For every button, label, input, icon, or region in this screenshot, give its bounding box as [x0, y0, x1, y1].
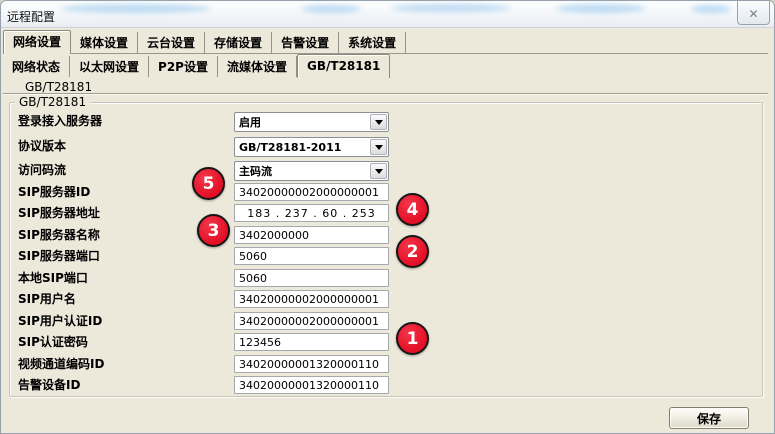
- chevron-down-icon: [370, 114, 387, 130]
- alarm-device-id-input[interactable]: [234, 376, 389, 394]
- field-label: 登录接入服务器: [18, 112, 102, 131]
- glass-reflection: [301, 5, 361, 13]
- secondary-tab-bar: 网络状态 以太网设置 P2P设置 流媒体设置 GB/T28181: [3, 55, 390, 77]
- field-label: SIP用户认证ID: [18, 312, 102, 331]
- field-label: SIP服务器ID: [18, 183, 90, 202]
- chevron-down-icon: [370, 139, 387, 155]
- annotation-badge-1: 1: [396, 322, 429, 355]
- close-icon: ✕: [748, 7, 758, 21]
- tab-network-status[interactable]: 网络状态: [3, 56, 70, 77]
- glass-reflection: [556, 4, 646, 13]
- field-label: 协议版本: [18, 137, 66, 156]
- field-label: SIP认证密码: [18, 333, 88, 352]
- field-label: SIP服务器端口: [18, 247, 100, 266]
- tab-p2p-settings[interactable]: P2P设置: [149, 56, 218, 77]
- local-sip-port-input[interactable]: [234, 269, 389, 287]
- annotation-badge-4: 4: [396, 193, 429, 226]
- form-row: 登录接入服务器 启用: [1, 112, 775, 132]
- sip-username-input[interactable]: [234, 290, 389, 308]
- chevron-down-icon: [370, 163, 387, 179]
- form-row: 本地SIP端口: [1, 269, 775, 289]
- video-channel-id-input[interactable]: [234, 355, 389, 373]
- sip-server-port-input[interactable]: [234, 247, 389, 265]
- form-row: SIP服务器地址 183 . 237 . 60 . 253: [1, 204, 775, 224]
- tab-gbt28181[interactable]: GB/T28181: [297, 54, 390, 78]
- save-button[interactable]: 保存: [669, 407, 749, 429]
- select-value: GB/T28181-2011: [235, 141, 369, 154]
- form-row: SIP服务器名称: [1, 226, 775, 246]
- tab-ptz-settings[interactable]: 云台设置: [138, 32, 205, 53]
- login-access-server-select[interactable]: 启用: [234, 112, 389, 132]
- glass-reflection: [691, 5, 731, 13]
- tab-ethernet-settings[interactable]: 以太网设置: [70, 56, 149, 77]
- close-button[interactable]: ✕: [737, 1, 770, 25]
- annotation-badge-2: 2: [396, 235, 429, 268]
- sip-server-name-input[interactable]: [234, 226, 389, 244]
- titlebar: 远程配置 ✕: [1, 1, 774, 28]
- sip-auth-password-input[interactable]: [234, 333, 389, 351]
- glass-reflection: [391, 4, 511, 12]
- protocol-version-select[interactable]: GB/T28181-2011: [234, 137, 389, 157]
- form-row: 视频通道编码ID: [1, 355, 775, 375]
- tab-alarm-settings[interactable]: 告警设置: [272, 32, 339, 53]
- form-row: SIP认证密码: [1, 333, 775, 353]
- form-row: SIP服务器端口: [1, 247, 775, 267]
- form-row: SIP服务器ID: [1, 183, 775, 203]
- sip-server-address-input[interactable]: 183 . 237 . 60 . 253: [234, 204, 389, 222]
- glass-reflection: [61, 4, 211, 13]
- field-label: 本地SIP端口: [18, 269, 88, 288]
- heading-separator: [3, 93, 768, 95]
- primary-tab-bar: 网络设置 媒体设置 云台设置 存储设置 告警设置 系统设置: [3, 32, 768, 54]
- annotation-badge-3: 3: [197, 214, 230, 247]
- sip-server-id-input[interactable]: [234, 183, 389, 201]
- annotation-badge-5: 5: [192, 167, 225, 200]
- window-title: 远程配置: [7, 8, 55, 25]
- tab-network-settings[interactable]: 网络设置: [3, 30, 71, 54]
- field-label: SIP服务器名称: [18, 226, 100, 245]
- field-label: 视频通道编码ID: [18, 355, 104, 374]
- form-row: 告警设备ID: [1, 376, 775, 396]
- sip-user-auth-id-input[interactable]: [234, 312, 389, 330]
- field-label: 告警设备ID: [18, 376, 80, 395]
- form-row: SIP用户名: [1, 290, 775, 310]
- select-value: 启用: [235, 114, 369, 130]
- tab-media-settings[interactable]: 媒体设置: [71, 32, 138, 53]
- field-label: 访问码流: [18, 161, 66, 180]
- groupbox-legend: GB/T28181: [15, 95, 90, 109]
- tab-storage-settings[interactable]: 存储设置: [205, 32, 272, 53]
- form-row: 协议版本 GB/T28181-2011: [1, 137, 775, 157]
- tab-streaming-settings[interactable]: 流媒体设置: [218, 56, 297, 77]
- field-label: SIP服务器地址: [18, 204, 100, 223]
- select-value: 主码流: [235, 163, 369, 179]
- section-heading: GB/T28181: [25, 80, 92, 94]
- access-stream-select[interactable]: 主码流: [234, 161, 389, 181]
- field-label: SIP用户名: [18, 290, 76, 309]
- remote-config-dialog: 远程配置 ✕ 网络设置 媒体设置 云台设置 存储设置 告警设置 系统设置 网络状…: [0, 0, 775, 434]
- form-row: 访问码流 主码流: [1, 161, 775, 181]
- form-row: SIP用户认证ID: [1, 312, 775, 332]
- tab-system-settings[interactable]: 系统设置: [339, 32, 406, 53]
